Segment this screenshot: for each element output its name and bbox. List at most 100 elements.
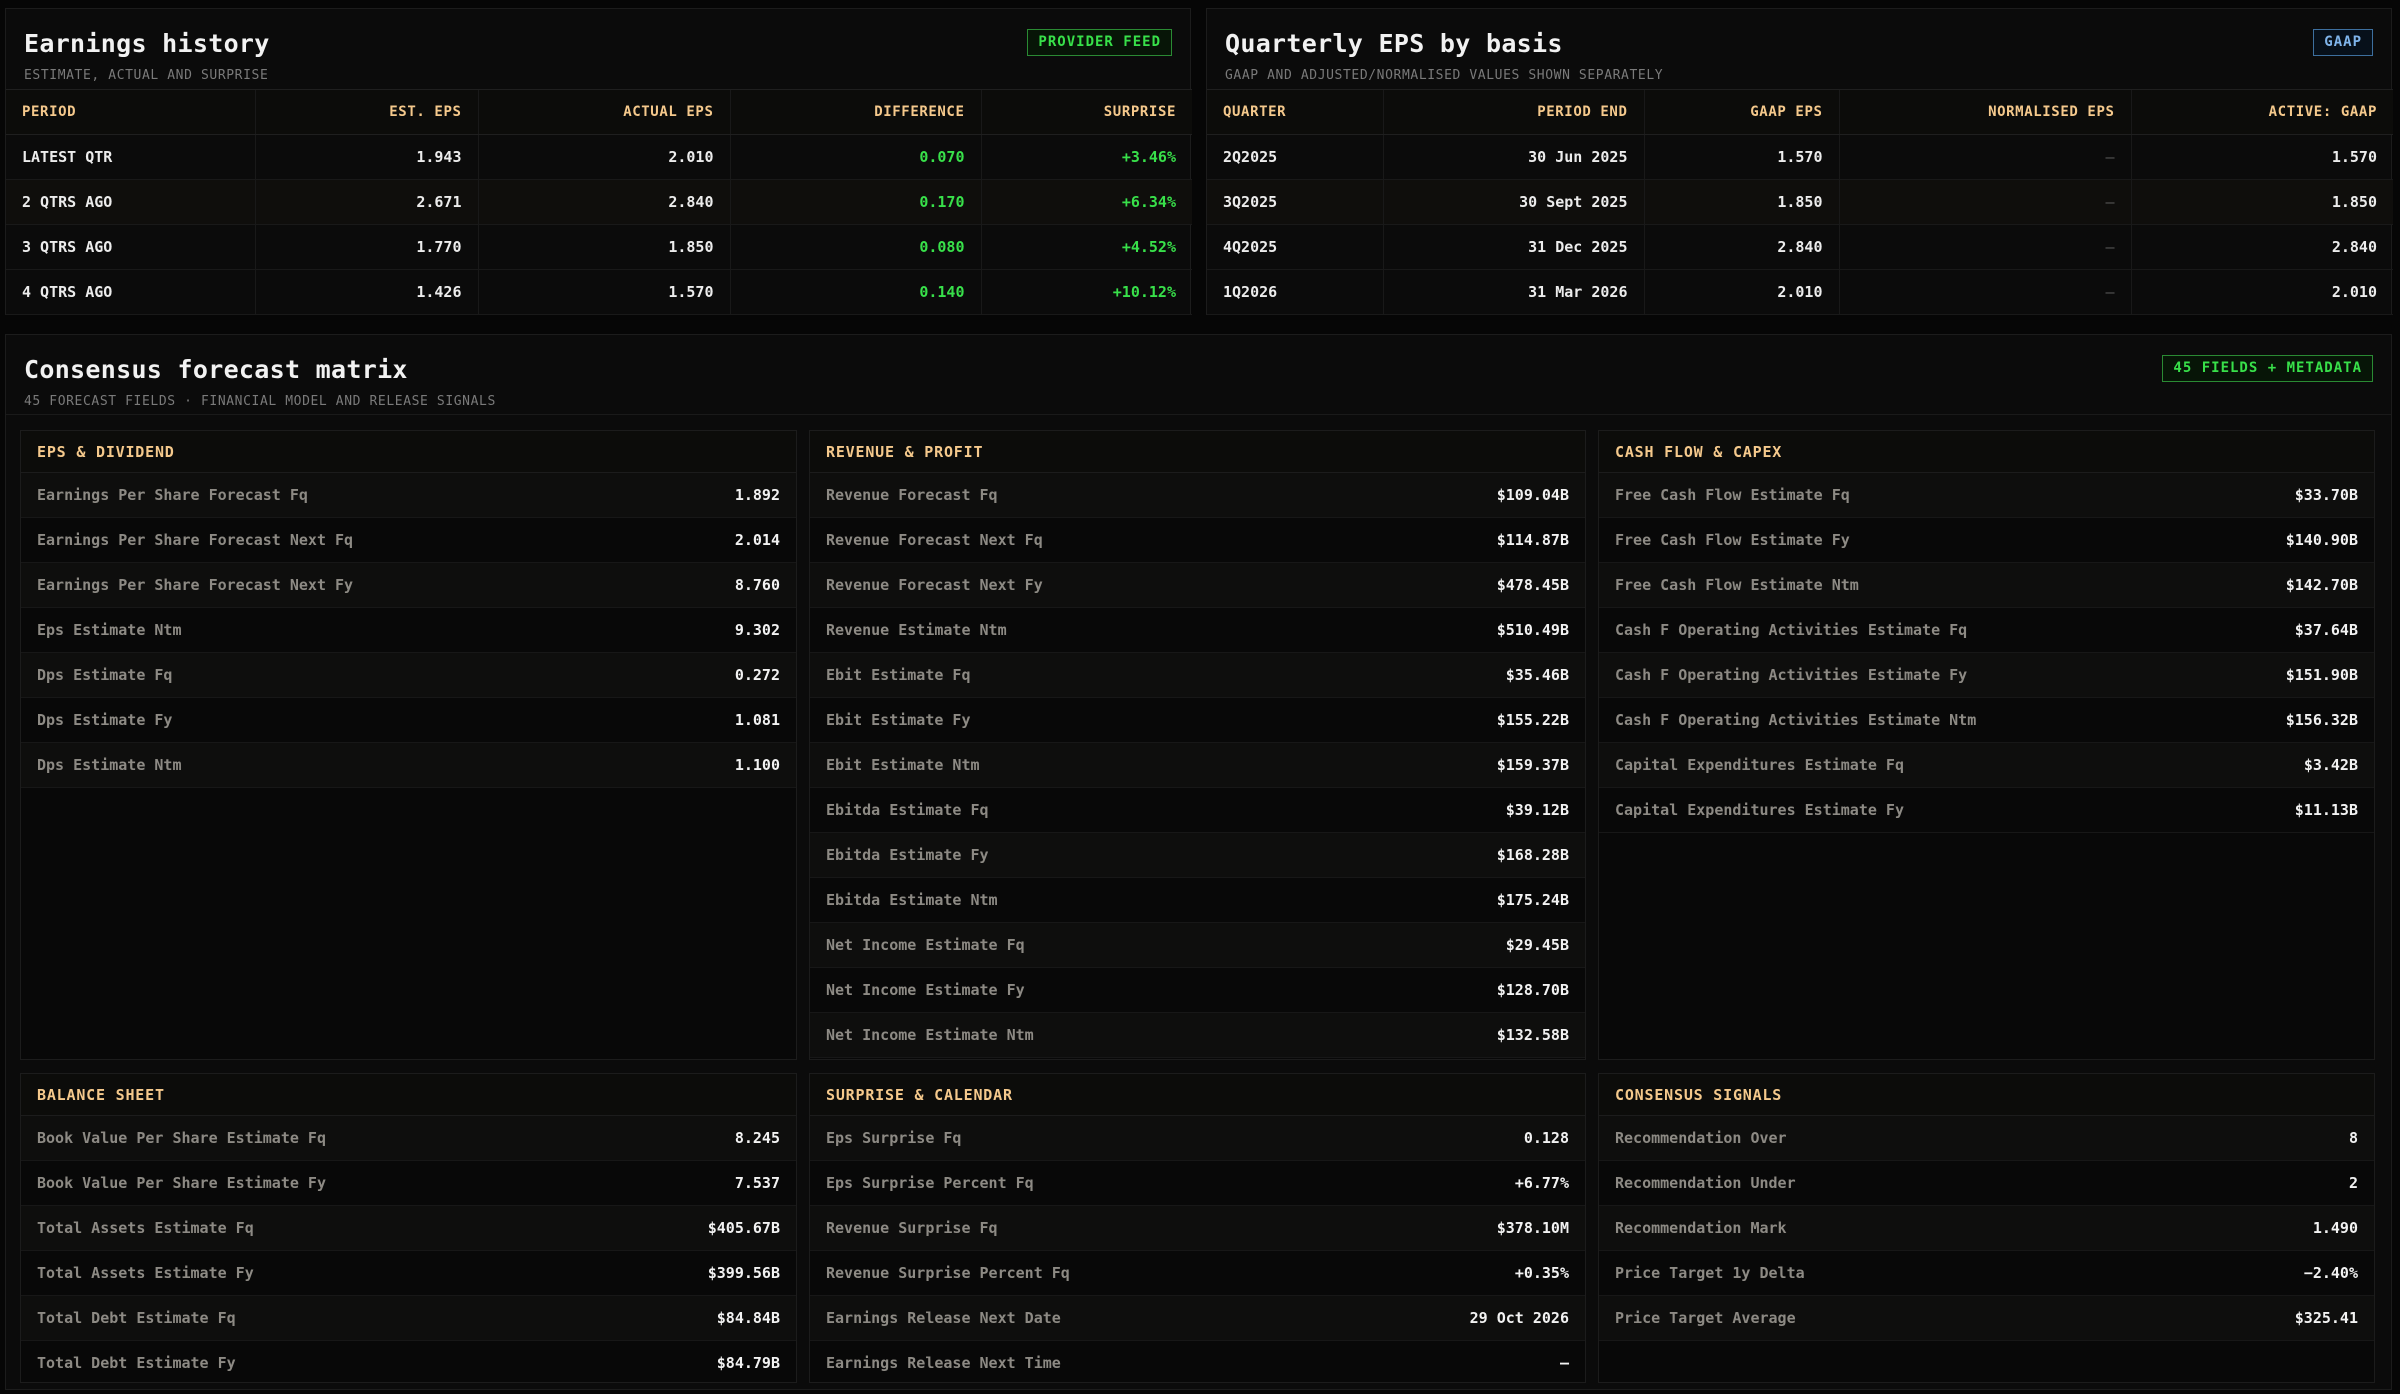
field-value: $37.64B <box>2294 621 2358 639</box>
field-row-earnings-release-next-date: Earnings Release Next Date 29 Oct 2026 <box>810 1296 1585 1341</box>
table-row: 4Q2025 31 Dec 2025 2.840—2.840 <box>1207 224 2393 270</box>
field-row-ebit-estimate-ntm: Ebit Estimate Ntm $159.37B <box>810 743 1585 788</box>
table-cell-quarter: 1Q2026 <box>1207 269 1383 315</box>
field-label: Dps Estimate Fq <box>37 666 173 684</box>
table-cell-normalised-eps: — <box>1838 224 2131 270</box>
table-cell-period-end: 31 Dec 2025 <box>1382 224 1644 270</box>
field-value: +0.35% <box>1514 1264 1569 1282</box>
field-row-ebit-estimate-fq: Ebit Estimate Fq $35.46B <box>810 653 1585 698</box>
table-cell-period-end: 30 Sept 2025 <box>1382 179 1644 225</box>
field-value: $29.45B <box>1505 936 1569 954</box>
field-label: Cash F Operating Activities Estimate Fq <box>1615 621 1968 639</box>
field-label: Ebit Estimate Fq <box>826 666 971 684</box>
field-label: Capital Expenditures Estimate Fy <box>1615 801 1904 819</box>
field-label: Recommendation Mark <box>1615 1219 1787 1237</box>
field-label: Price Target Average <box>1615 1309 1796 1327</box>
table-row: LATEST QTR 1.943 2.010 0.070 +3.46% <box>6 134 1192 180</box>
table-cell-est-eps: 1.770 <box>254 224 478 270</box>
field-row-net-income-estimate-fq: Net Income Estimate Fq $29.45B <box>810 923 1585 968</box>
field-label: Eps Estimate Ntm <box>37 621 182 639</box>
field-label: Free Cash Flow Estimate Ntm <box>1615 576 1859 594</box>
table-cell-quarter: 4Q2025 <box>1207 224 1383 270</box>
field-row-free-cash-flow-estimate-fq: Free Cash Flow Estimate Fq $33.70B <box>1599 473 2374 518</box>
field-value: 1.490 <box>2312 1219 2358 1237</box>
consensus-matrix-header: Consensus forecast matrix 45 FORECAST FI… <box>6 335 2391 415</box>
field-label: Total Debt Estimate Fy <box>37 1354 236 1372</box>
field-value: $151.90B <box>2285 666 2358 684</box>
earnings-history-title: Earnings history <box>24 29 270 58</box>
field-label: Ebit Estimate Ntm <box>826 756 980 774</box>
table-row: 2 QTRS AGO 2.671 2.840 0.170 +6.34% <box>6 179 1192 225</box>
field-label: Revenue Forecast Next Fq <box>826 531 1043 549</box>
table-cell-active-gaap: 2.840 <box>2130 224 2393 270</box>
field-value: 2 <box>2348 1174 2358 1192</box>
table-cell-actual-eps: 1.850 <box>477 224 730 270</box>
table-cell-active-gaap: 1.850 <box>2130 179 2393 225</box>
section-title: EPS & DIVIDEND <box>21 431 796 473</box>
section-title: CONSENSUS SIGNALS <box>1599 1074 2374 1116</box>
field-value: $159.37B <box>1496 756 1569 774</box>
field-row-recommendation-under: Recommendation Under 2 <box>1599 1161 2374 1206</box>
field-value: $140.90B <box>2285 531 2358 549</box>
field-label: Net Income Estimate Fq <box>826 936 1025 954</box>
column-header-period: PERIOD <box>6 89 255 135</box>
table-row: 3 QTRS AGO 1.770 1.850 0.080 +4.52% <box>6 224 1192 270</box>
field-row-net-income-estimate-fy: Net Income Estimate Fy $128.70B <box>810 968 1585 1013</box>
table-cell-surprise: +6.34% <box>980 179 1192 225</box>
field-value: $3.42B <box>2303 756 2358 774</box>
table-cell-period: 2 QTRS AGO <box>6 179 255 225</box>
table-row: 3Q2025 30 Sept 2025 1.850—1.850 <box>1207 179 2393 225</box>
eps-dividend-section: EPS & DIVIDEND Earnings Per Share Forecas… <box>20 430 797 1060</box>
field-value: 0.272 <box>734 666 780 684</box>
field-row-earnings-per-share-forecast-fq: Earnings Per Share Forecast Fq 1.892 <box>21 473 796 518</box>
table-cell-quarter: 3Q2025 <box>1207 179 1383 225</box>
field-value: $175.24B <box>1496 891 1569 909</box>
earnings-history-header: Earnings history ESTIMATE, ACTUAL AND SU… <box>6 9 1190 89</box>
column-header-quarter: QUARTER <box>1207 89 1383 135</box>
field-value: $405.67B <box>707 1219 780 1237</box>
field-label: Ebitda Estimate Ntm <box>826 891 998 909</box>
table-cell-est-eps: 1.426 <box>254 269 478 315</box>
table-cell-gaap-eps: 2.840 <box>1643 224 1839 270</box>
field-row-total-debt-estimate-fq: Total Debt Estimate Fq $84.84B <box>21 1296 796 1341</box>
field-label: Book Value Per Share Estimate Fy <box>37 1174 326 1192</box>
field-label: Net Income Estimate Fy <box>826 981 1025 999</box>
table-cell-gaap-eps: 1.850 <box>1643 179 1839 225</box>
field-value: $142.70B <box>2285 576 2358 594</box>
field-value: $155.22B <box>1496 711 1569 729</box>
field-row-price-target-average: Price Target Average $325.41 <box>1599 1296 2374 1341</box>
table-cell-difference: 0.070 <box>729 134 981 180</box>
field-label: Eps Surprise Percent Fq <box>826 1174 1034 1192</box>
field-value: $35.46B <box>1505 666 1569 684</box>
field-value: $114.87B <box>1496 531 1569 549</box>
field-value: $325.41 <box>2294 1309 2358 1327</box>
field-label: Earnings Per Share Forecast Next Fy <box>37 576 354 594</box>
table-cell-active-gaap: 1.570 <box>2130 134 2393 180</box>
field-label: Free Cash Flow Estimate Fq <box>1615 486 1850 504</box>
field-row-net-income-estimate-ntm: Net Income Estimate Ntm $132.58B <box>810 1013 1585 1058</box>
field-label: Revenue Surprise Fq <box>826 1219 998 1237</box>
provider-feed-badge: PROVIDER FEED <box>1027 29 1172 56</box>
field-value: $11.13B <box>2294 801 2358 819</box>
field-row-ebit-estimate-fy: Ebit Estimate Fy $155.22B <box>810 698 1585 743</box>
field-label: Revenue Forecast Next Fy <box>826 576 1043 594</box>
field-value: 2.014 <box>734 531 780 549</box>
column-header-surprise: SURPRISE <box>980 89 1192 135</box>
table-cell-actual-eps: 2.840 <box>477 179 730 225</box>
field-row-cash-f-operating-activities-estimate-fq: Cash F Operating Activities Estimate Fq $… <box>1599 608 2374 653</box>
field-row-free-cash-flow-estimate-ntm: Free Cash Flow Estimate Ntm $142.70B <box>1599 563 2374 608</box>
field-row-eps-surprise-fq: Eps Surprise Fq 0.128 <box>810 1116 1585 1161</box>
table-cell-period-end: 31 Mar 2026 <box>1382 269 1644 315</box>
table-cell-actual-eps: 2.010 <box>477 134 730 180</box>
table-row: 4 QTRS AGO 1.426 1.570 0.140 +10.12% <box>6 269 1192 315</box>
field-value: 7.537 <box>734 1174 780 1192</box>
field-label: Revenue Estimate Ntm <box>826 621 1007 639</box>
field-label: Cash F Operating Activities Estimate Fy <box>1615 666 1968 684</box>
field-row-dps-estimate-fy: Dps Estimate Fy 1.081 <box>21 698 796 743</box>
table-cell-gaap-eps: 1.570 <box>1643 134 1839 180</box>
field-value: 1.892 <box>734 486 780 504</box>
table-row: 2Q2025 30 Jun 2025 1.570—1.570 <box>1207 134 2393 180</box>
field-row-recommendation-over: Recommendation Over 8 <box>1599 1116 2374 1161</box>
field-label: Recommendation Over <box>1615 1129 1787 1147</box>
field-value: 9.302 <box>734 621 780 639</box>
